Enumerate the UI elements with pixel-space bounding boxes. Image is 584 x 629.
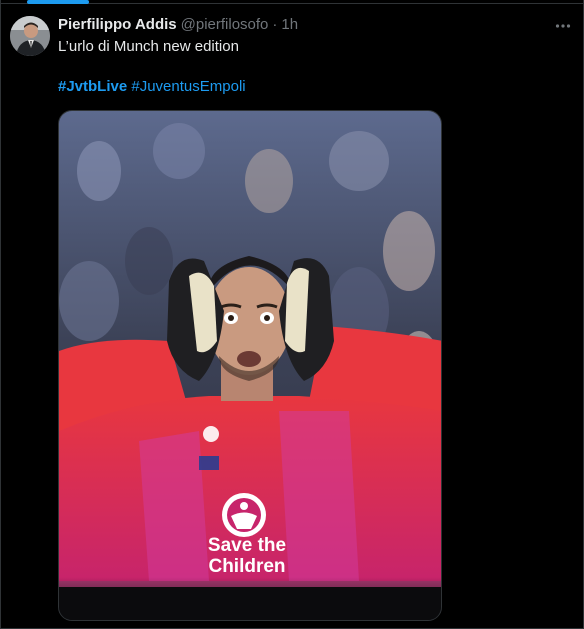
active-tab-indicator [27, 0, 89, 4]
tweet-header: Pierfilippo Addis @pierfilosofo · 1h [58, 15, 558, 35]
shirt-sponsor-line2: Children [208, 556, 285, 577]
hashtag-juventusempoli[interactable]: #JuventusEmpoli [131, 78, 245, 95]
hashtag-jvtblive[interactable]: #JvtbLive [58, 78, 127, 95]
hashtag-line: #JvtbLive #JuventusEmpoli [58, 77, 558, 97]
more-options-button[interactable] [554, 17, 572, 35]
goalkeeper-photo: Save the Children [59, 111, 441, 620]
author-name[interactable]: Pierfilippo Addis [58, 15, 177, 35]
more-horizontal-icon [555, 24, 571, 28]
author-handle[interactable]: @pierfilosofo [181, 15, 269, 35]
tweet-content: Pierfilippo Addis @pierfilosofo · 1h L’u… [58, 15, 558, 97]
avatar[interactable] [10, 16, 50, 56]
tweet-text: L’urlo di Munch new edition [58, 38, 239, 55]
tweet-frame: Pierfilippo Addis @pierfilosofo · 1h L’u… [0, 0, 584, 629]
tweet-timestamp[interactable]: 1h [281, 15, 298, 35]
separator-dot: · [272, 16, 278, 33]
tweet-media-image[interactable]: Save the Children [58, 110, 442, 621]
shirt-sponsor-line1: Save the [208, 535, 286, 556]
